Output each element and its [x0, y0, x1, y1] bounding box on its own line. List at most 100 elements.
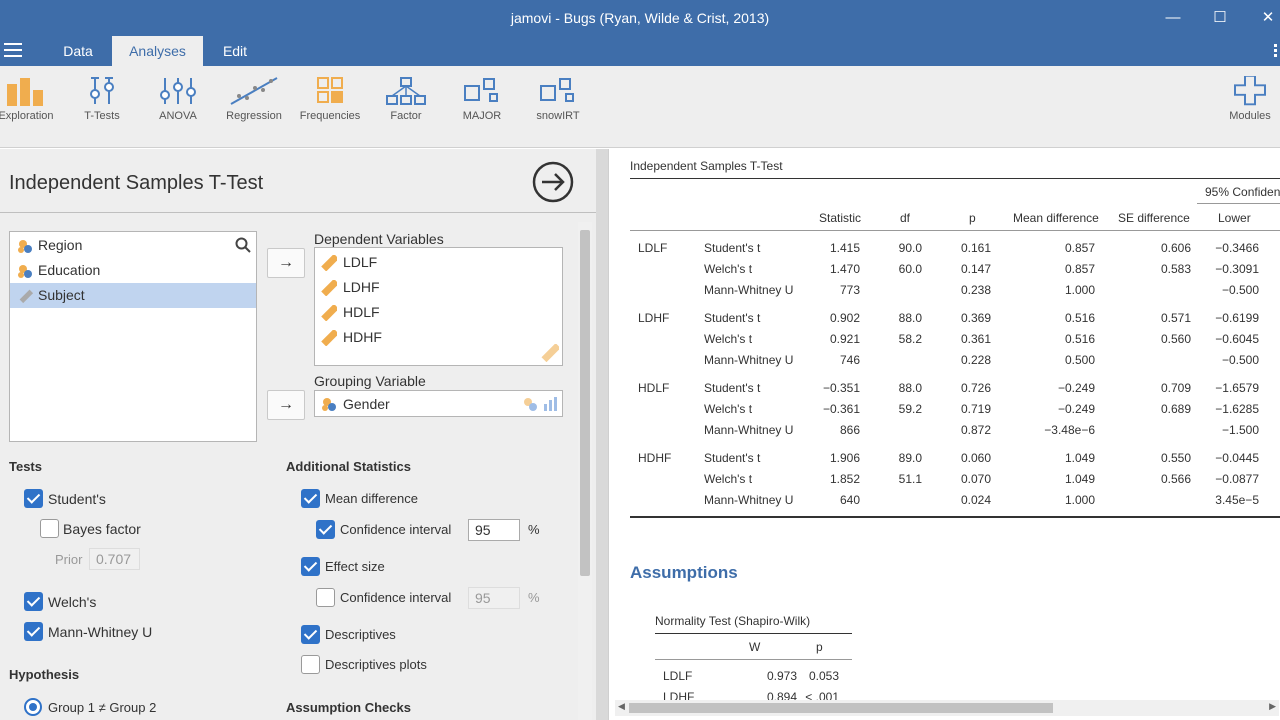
tab-data[interactable]: Data — [50, 36, 106, 66]
more-vertical-icon[interactable] — [1274, 44, 1278, 58]
tool-label: snowIRT — [536, 110, 580, 122]
options-scrollbar[interactable] — [578, 222, 592, 720]
tests-heading: Tests — [9, 459, 42, 474]
normality-cell-p: 0.053 — [808, 669, 839, 683]
list-item-selected[interactable]: Subject — [10, 283, 256, 308]
effect-size-ci-input[interactable]: 95 — [468, 587, 520, 609]
continuous-variable-icon — [321, 330, 337, 346]
table-cell-se: 0.689 — [1160, 402, 1191, 416]
table-cell-md: 0.516 — [1064, 311, 1095, 325]
table-cell-md: 1.049 — [1064, 451, 1095, 465]
exploration-icon — [7, 78, 43, 106]
table-cell-stat: −0.361 — [822, 402, 860, 416]
effect-size-ci-checkbox[interactable] — [316, 588, 335, 607]
table-cell-stat: 1.470 — [829, 262, 860, 276]
scroll-left-icon[interactable]: ◀ — [618, 701, 625, 712]
table-cell-lower: −0.500 — [1221, 283, 1259, 297]
prior-input[interactable]: 0.707 — [89, 548, 140, 570]
tool-factor[interactable]: Factor — [371, 76, 441, 122]
list-item[interactable]: HDHF — [321, 325, 382, 350]
table-cell-p: 0.024 — [960, 493, 991, 507]
panel-splitter[interactable] — [596, 149, 608, 720]
table-cell-test: Welch's t — [704, 332, 753, 346]
students-label: Student's — [48, 491, 106, 507]
tool-t-tests[interactable]: T-Tests — [67, 76, 137, 122]
id-variable-icon — [19, 289, 33, 304]
continuous-variable-icon — [321, 255, 337, 271]
normality-cell-var: LDLF — [663, 669, 693, 683]
list-item[interactable]: LDHF — [321, 275, 380, 300]
tool-major[interactable]: MAJOR — [447, 76, 517, 122]
tool-regression[interactable]: Regression — [219, 76, 289, 122]
hamburger-menu-icon[interactable] — [4, 43, 22, 59]
tool-snowirt[interactable]: snowIRT — [523, 76, 593, 122]
divider — [0, 212, 596, 213]
list-item[interactable]: HDLF — [321, 300, 380, 325]
assumption-checks-heading: Assumption Checks — [286, 700, 411, 715]
percent-label: % — [528, 522, 540, 537]
descriptives-plots-label: Descriptives plots — [325, 657, 427, 672]
table-cell-lower: −0.3466 — [1215, 241, 1259, 255]
table-cell-df: 58.2 — [898, 332, 922, 346]
descriptives-plots-checkbox[interactable] — [301, 655, 320, 674]
tool-frequencies[interactable]: Frequencies — [295, 76, 365, 122]
results-horizontal-scrollbar[interactable]: ◀ ▶ — [615, 700, 1279, 716]
students-checkbox[interactable] — [24, 489, 43, 508]
table-cell-test: Mann-Whitney U — [704, 353, 794, 367]
dependent-variable-label: HDHF — [343, 329, 382, 345]
minimize-icon[interactable]: — — [1161, 6, 1185, 30]
table-cell-md: −0.249 — [1057, 402, 1095, 416]
mean-diff-ci-input[interactable]: 95 — [468, 519, 520, 541]
factor-icon — [386, 77, 426, 105]
list-item[interactable]: LDLF — [321, 250, 377, 275]
bayes-factor-checkbox[interactable] — [40, 519, 59, 538]
tool-exploration[interactable]: Exploration — [0, 76, 61, 122]
table-cell-test: Mann-Whitney U — [704, 283, 794, 297]
tool-anova[interactable]: ANOVA — [143, 76, 213, 122]
table-cell-test: Welch's t — [704, 402, 753, 416]
dependent-variables-box[interactable]: LDLF LDHF HDLF HDHF — [314, 247, 563, 366]
table-cell-lower: −0.0445 — [1215, 451, 1259, 465]
nominal-variable-icon — [322, 398, 336, 411]
variable-label: Region — [38, 237, 83, 253]
mann-whitney-checkbox[interactable] — [24, 622, 43, 641]
additional-statistics-heading: Additional Statistics — [286, 459, 411, 474]
prior-label: Prior — [55, 552, 83, 567]
list-item[interactable]: Region — [10, 233, 256, 258]
hypothesis-radio[interactable] — [24, 698, 42, 716]
effect-size-label: Effect size — [325, 559, 385, 574]
grouping-variable-box[interactable]: Gender — [314, 390, 563, 417]
table-cell-se: 0.709 — [1160, 381, 1191, 395]
results-panel: Independent Samples T-Test 95% Confiden … — [608, 149, 1280, 720]
maximize-icon[interactable]: ☐ — [1208, 6, 1232, 30]
scroll-right-icon[interactable]: ▶ — [1269, 701, 1276, 712]
mean-difference-checkbox[interactable] — [301, 489, 320, 508]
nominal-variable-icon — [18, 240, 32, 253]
ci-header: 95% Confiden — [1205, 185, 1280, 199]
tab-analyses[interactable]: Analyses — [112, 36, 203, 66]
table-cell-test: Welch's t — [704, 262, 753, 276]
plus-icon — [1234, 76, 1266, 106]
scrollbar-thumb[interactable] — [580, 230, 590, 576]
run-arrow-circle-icon[interactable] — [532, 161, 574, 203]
assumptions-heading: Assumptions — [630, 563, 738, 582]
search-icon[interactable] — [235, 237, 251, 253]
mean-diff-ci-checkbox[interactable] — [316, 520, 335, 539]
tab-edit[interactable]: Edit — [210, 36, 260, 66]
scrollbar-thumb[interactable] — [629, 703, 1053, 713]
descriptives-checkbox[interactable] — [301, 625, 320, 644]
list-item[interactable]: Education — [10, 258, 256, 283]
tool-modules[interactable]: Modules — [1215, 76, 1280, 122]
row-variable-label: HDLF — [638, 381, 670, 395]
effect-size-checkbox[interactable] — [301, 557, 320, 576]
table-cell-md: 0.857 — [1064, 241, 1095, 255]
welchs-checkbox[interactable] — [24, 592, 43, 611]
move-to-grouping-button[interactable]: → — [267, 390, 305, 420]
move-to-dependent-button[interactable]: → — [267, 248, 305, 278]
table-cell-md: 0.857 — [1064, 262, 1095, 276]
close-icon[interactable]: ✕ — [1256, 6, 1280, 30]
variable-list[interactable]: Region Education Subject — [9, 231, 257, 442]
normality-cell-w: 0.973 — [766, 669, 797, 683]
table-cell-df: 88.0 — [898, 381, 922, 395]
effect-size-ci-label: Confidence interval — [340, 590, 452, 605]
